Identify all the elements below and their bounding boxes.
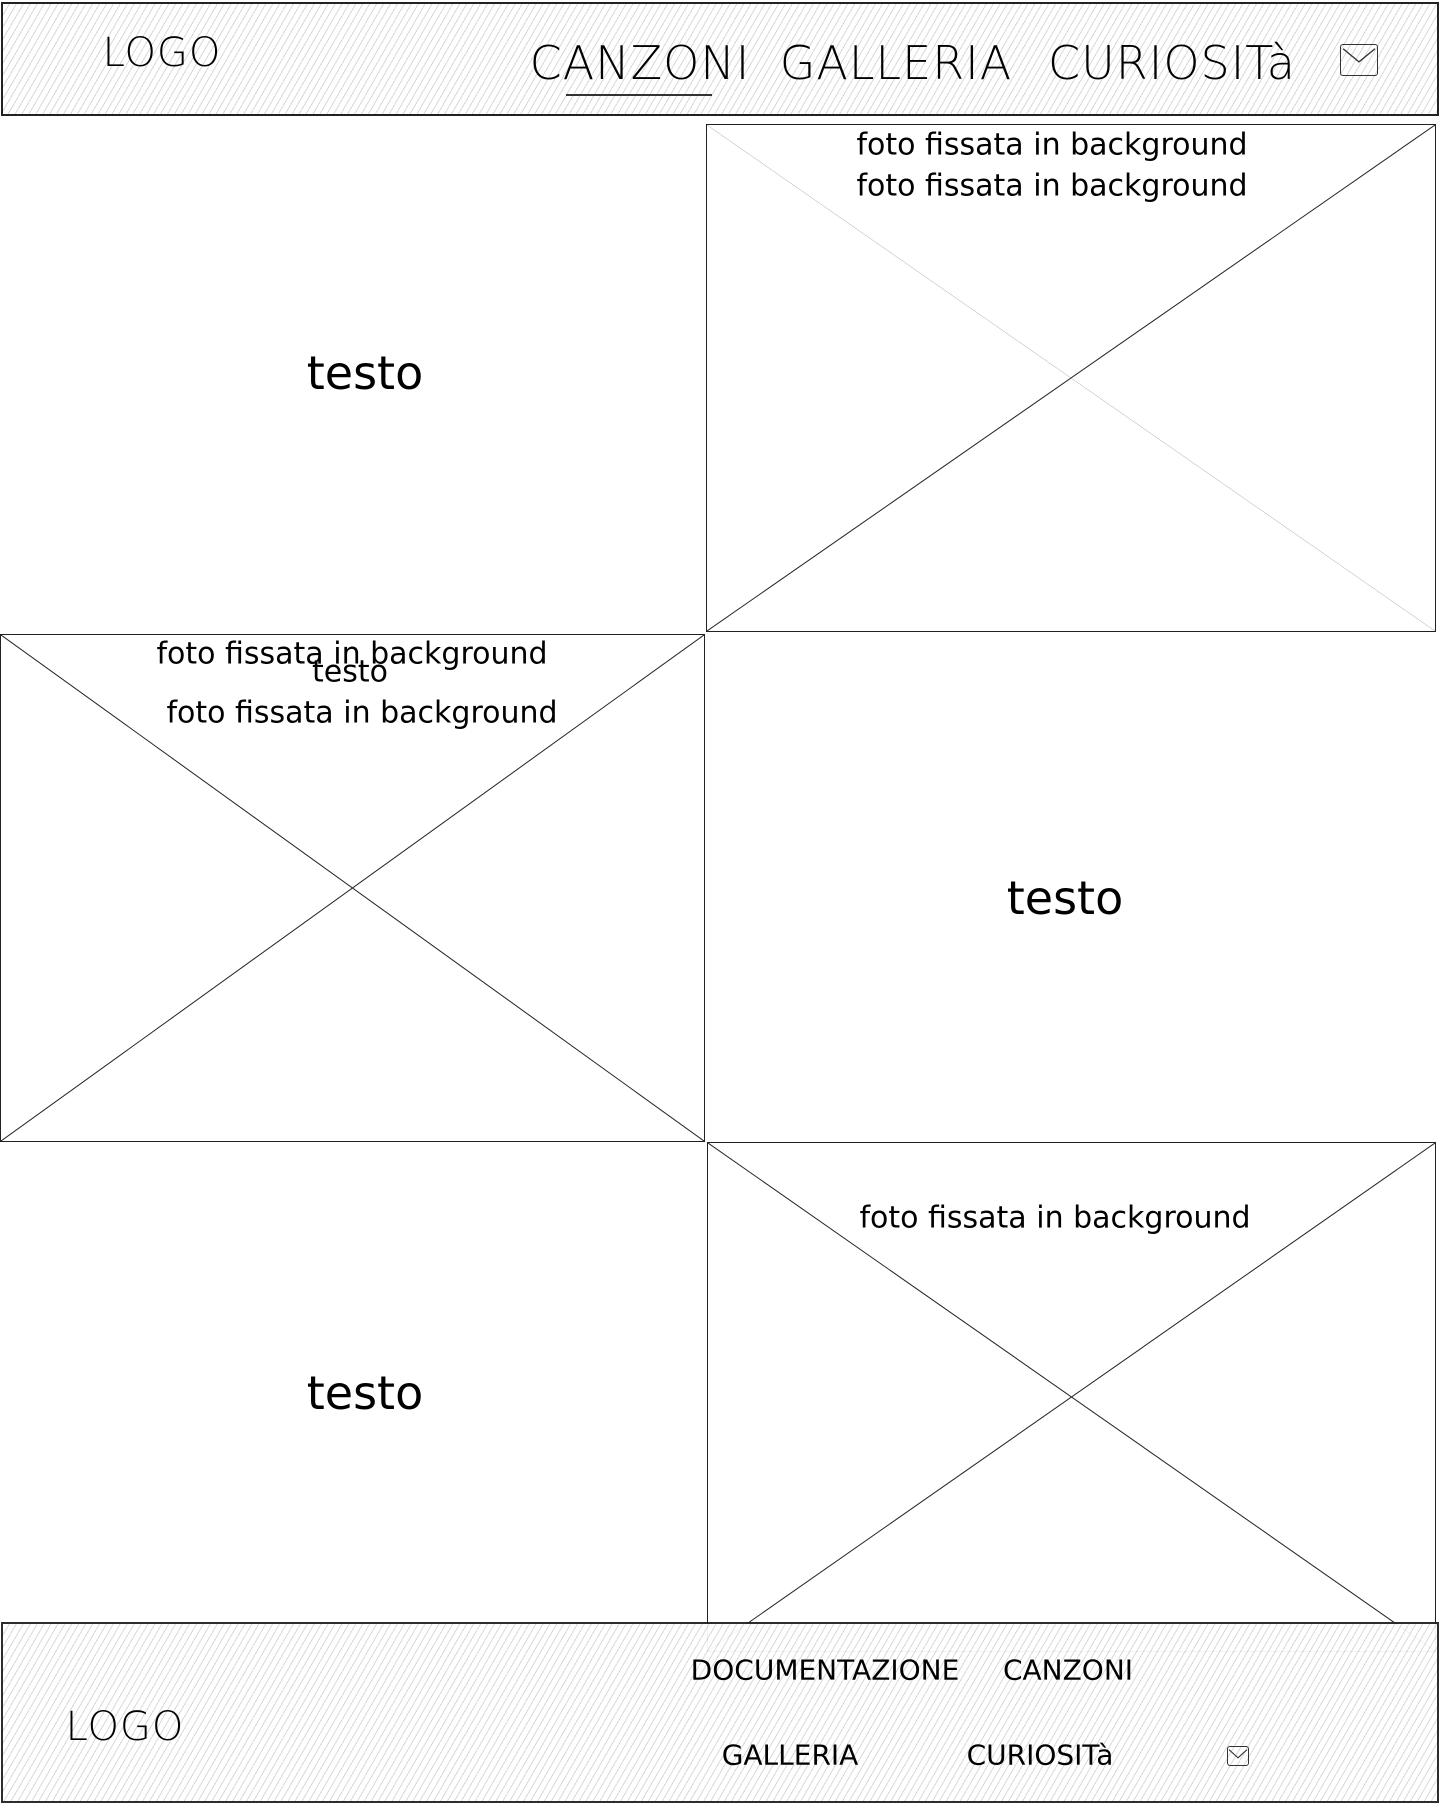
section-3-text: testo: [306, 1366, 424, 1420]
footer-nav-galleria[interactable]: GALLERIA: [722, 1739, 859, 1772]
nav-canzoni[interactable]: CANZONI: [530, 36, 751, 90]
envelope-icon[interactable]: [1227, 1746, 1249, 1766]
section-1-text: testo: [306, 346, 424, 400]
section-2-text: testo: [1006, 871, 1124, 925]
nav-galleria[interactable]: GALLERIA: [780, 36, 1012, 90]
envelope-icon[interactable]: [1340, 44, 1378, 76]
image-caption: foto fissata in background: [856, 127, 1248, 163]
footer-logo[interactable]: LOGO: [66, 1704, 185, 1750]
image-caption: foto fissata in background: [856, 168, 1248, 204]
footer-nav-curiosita[interactable]: CURIOSITà: [967, 1739, 1114, 1772]
image-caption: foto fissata in background: [859, 1200, 1251, 1236]
footer-nav-documentazione[interactable]: DOCUMENTAZIONE: [691, 1654, 960, 1687]
image-caption-overlap-text: testo: [312, 654, 388, 690]
footer-nav-canzoni[interactable]: CANZONI: [1003, 1654, 1133, 1687]
nav-active-underline: [566, 94, 712, 96]
nav-curiosita[interactable]: CURIOSITà: [1048, 36, 1296, 90]
footer: [1, 1622, 1439, 1803]
header-logo[interactable]: LOGO: [103, 30, 222, 76]
image-caption: foto fissata in background: [166, 695, 558, 731]
